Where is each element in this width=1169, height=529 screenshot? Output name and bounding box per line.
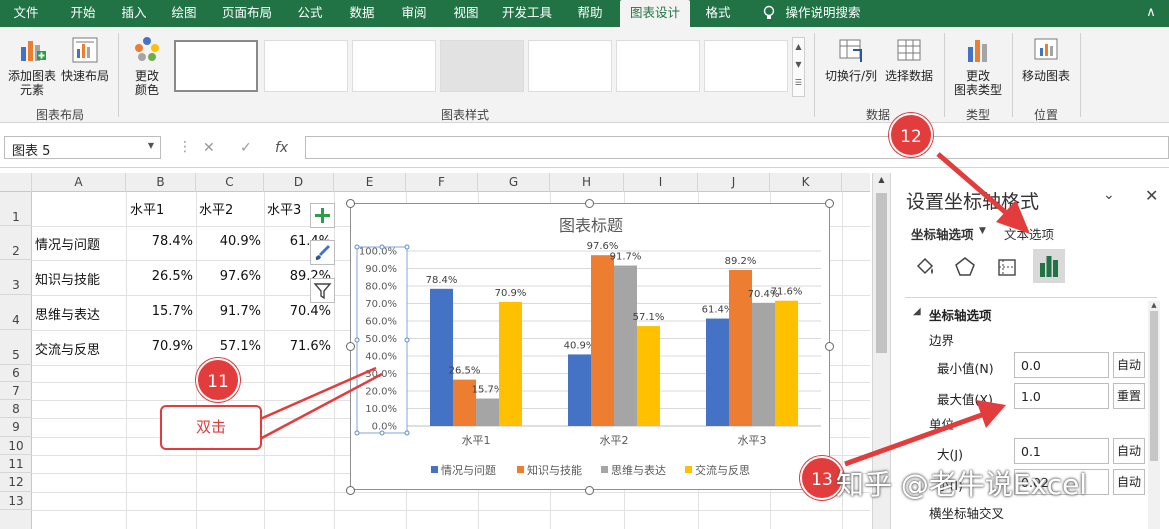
arrow-to-maximum-input	[844, 409, 991, 467]
arrow-to-axis-options-icon	[936, 152, 1014, 220]
double-click-callout: 双击	[160, 405, 262, 450]
callout-line	[257, 366, 377, 422]
arrowhead	[996, 200, 1030, 234]
watermark-text: 知乎 @老牛说Excel	[836, 468, 1088, 501]
callout-line	[257, 372, 383, 442]
step-11-badge: 11	[196, 358, 240, 402]
step-12-badge: 12	[889, 113, 933, 157]
